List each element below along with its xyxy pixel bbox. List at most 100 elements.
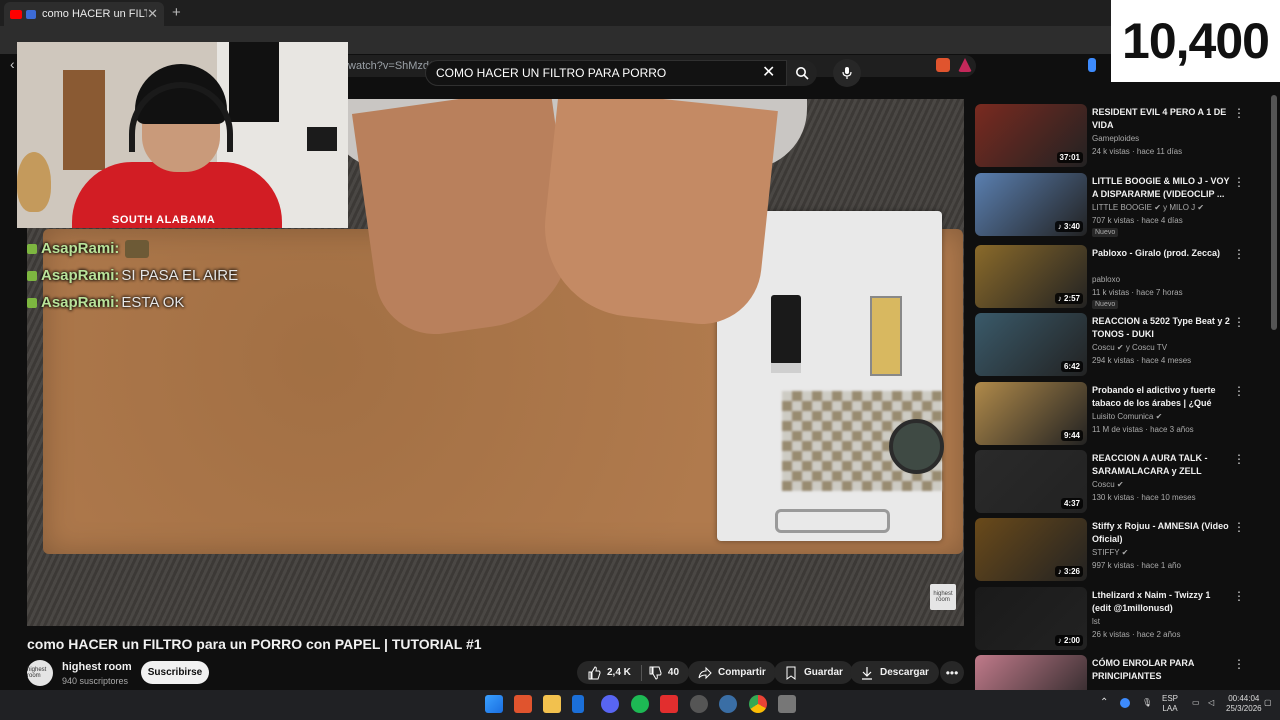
more-options-icon[interactable]: ⋮ bbox=[1233, 589, 1245, 603]
voice-search-button[interactable] bbox=[833, 59, 861, 87]
channel-name[interactable]: highest room bbox=[62, 661, 132, 673]
recommended-video[interactable]: 6:42 REACCION a 5202 Type Beat y 2 TONOS… bbox=[975, 313, 1265, 377]
save-button[interactable]: Guardar bbox=[774, 661, 853, 684]
recommended-channel[interactable]: LITTLE BOOGIE ✔ y MILO J ✔ bbox=[1092, 203, 1204, 212]
recommended-video[interactable]: ♪ 2:00 Lthelizard x Naim - Twizzy 1 (edi… bbox=[975, 587, 1265, 651]
notifications-icon[interactable]: ▢ bbox=[1264, 698, 1272, 708]
volume-icon[interactable]: ◁ bbox=[1208, 698, 1214, 708]
search-query: COMO HACER UN FILTRO PARA PORRO bbox=[436, 66, 667, 80]
recommended-video[interactable]: 4:37 REACCION A AURA TALK - SARAMALACARA… bbox=[975, 450, 1265, 514]
tray-chevron-icon[interactable]: ⌃ bbox=[1100, 698, 1108, 708]
windows-start-icon[interactable] bbox=[485, 695, 503, 713]
brave-shield-icon[interactable] bbox=[936, 58, 950, 72]
chat-badge-icon bbox=[27, 243, 37, 254]
video-duration: ♪ 3:26 bbox=[1054, 566, 1083, 577]
video-thumbnail[interactable]: 6:42 bbox=[975, 313, 1087, 376]
ccleaner-icon[interactable] bbox=[719, 695, 737, 713]
recommended-video[interactable]: ♪ 3:40 LITTLE BOOGIE & MILO J - VOY A DI… bbox=[975, 173, 1265, 237]
more-options-icon[interactable]: ⋮ bbox=[1233, 106, 1245, 120]
more-options-icon[interactable]: ⋮ bbox=[1233, 657, 1245, 671]
recommended-meta: 997 k vistas · hace 1 año bbox=[1092, 561, 1181, 570]
brave-icon[interactable] bbox=[514, 695, 532, 713]
chrome-icon[interactable] bbox=[749, 695, 767, 713]
webcam-door bbox=[63, 70, 105, 170]
more-options-icon[interactable]: ⋮ bbox=[1233, 452, 1245, 466]
download-button[interactable]: Descargar bbox=[850, 661, 939, 684]
tray-app-icon[interactable] bbox=[1120, 698, 1130, 708]
search-button[interactable] bbox=[787, 60, 817, 86]
recommended-video[interactable]: ♪ 2:57 Pabloxo - Giralo (prod. Zecca) pa… bbox=[975, 245, 1265, 309]
video-thumbnail[interactable]: ♪ 2:57 bbox=[975, 245, 1087, 308]
subscribe-button[interactable]: Suscribirse bbox=[141, 661, 209, 684]
netflix-icon[interactable] bbox=[660, 695, 678, 713]
video-thumbnail[interactable]: ♪ 3:40 bbox=[975, 173, 1087, 236]
recommended-channel[interactable]: Gameploides bbox=[1092, 134, 1139, 143]
recommended-channel[interactable]: pabloxo bbox=[1092, 275, 1120, 284]
back-icon[interactable]: ‹ bbox=[10, 56, 15, 72]
file-explorer-icon[interactable] bbox=[543, 695, 561, 713]
recommended-channel[interactable]: lst bbox=[1092, 617, 1100, 626]
video-thumbnail[interactable]: 4:37 bbox=[975, 450, 1087, 513]
clock-date: 25/3/2026 bbox=[1226, 704, 1262, 713]
layout-code: LAA bbox=[1162, 704, 1178, 713]
recommended-title[interactable]: REACCION a 5202 Type Beat y 2 TONOS - DU… bbox=[1092, 315, 1230, 341]
recommended-title[interactable]: Pabloxo - Giralo (prod. Zecca) bbox=[1092, 247, 1230, 260]
recommended-title[interactable]: REACCION A AURA TALK - SARAMALACARA y ZE… bbox=[1092, 452, 1230, 478]
more-actions-button[interactable]: ••• bbox=[940, 661, 964, 684]
recommended-title[interactable]: Probando el adictivo y fuerte tabaco de … bbox=[1092, 384, 1230, 410]
more-options-icon[interactable]: ⋮ bbox=[1233, 384, 1245, 398]
recommended-title[interactable]: Stiffy x Rojuu - AMNESIA (Video Oficial) bbox=[1092, 520, 1230, 546]
tab-close-icon[interactable]: ✕ bbox=[147, 6, 158, 22]
thumbs-down-icon[interactable] bbox=[648, 666, 662, 680]
recommended-meta: 130 k vistas · hace 10 meses bbox=[1092, 493, 1196, 502]
more-options-icon[interactable]: ⋮ bbox=[1233, 315, 1245, 329]
recommended-channel[interactable]: STIFFY ✔ bbox=[1092, 548, 1128, 557]
search-input[interactable]: COMO HACER UN FILTRO PARA PORRO bbox=[425, 60, 787, 86]
channel-watermark[interactable]: highest room bbox=[930, 584, 956, 610]
clear-search-icon[interactable]: ✕ bbox=[762, 62, 775, 82]
discord-icon[interactable] bbox=[601, 695, 619, 713]
recommended-title[interactable]: LITTLE BOOGIE & MILO J - VOY A DISPARARM… bbox=[1092, 175, 1230, 201]
video-duration: 6:42 bbox=[1060, 361, 1083, 372]
chat-line: AsapRami: SI PASA EL AIRE bbox=[27, 262, 238, 289]
chat-username: AsapRami: bbox=[41, 294, 120, 311]
like-button[interactable]: 2,4 K 40 bbox=[577, 661, 690, 684]
scrollbar[interactable] bbox=[1271, 95, 1277, 330]
recommended-channel[interactable]: Coscu ✔ bbox=[1092, 480, 1124, 489]
new-tab-button[interactable]: + bbox=[172, 4, 181, 21]
browser-tab[interactable]: como HACER un FILTRO para ✕ bbox=[4, 2, 164, 26]
video-thumbnail[interactable]: 9:44 bbox=[975, 382, 1087, 445]
bing-icon[interactable] bbox=[572, 695, 584, 713]
video-thumbnail[interactable]: ♪ 3:26 bbox=[975, 518, 1087, 581]
more-options-icon[interactable]: ⋮ bbox=[1233, 520, 1245, 534]
recommended-title[interactable]: CÓMO ENROLAR PARA PRINCIPIANTES bbox=[1092, 657, 1230, 683]
webcam-shirt-text: SOUTH ALABAMA bbox=[112, 214, 216, 226]
recommended-meta: 26 k vistas · hace 2 años bbox=[1092, 630, 1181, 639]
language-code: ESP bbox=[1162, 694, 1179, 703]
bookmark-icon bbox=[786, 666, 796, 680]
recommended-video[interactable]: 9:44 Probando el adictivo y fuerte tabac… bbox=[975, 382, 1265, 446]
language-indicator[interactable]: ESP LAA bbox=[1162, 694, 1178, 714]
video-thumbnail[interactable]: ♪ 2:00 bbox=[975, 587, 1087, 650]
webcam-tv bbox=[229, 42, 279, 122]
recommended-channel[interactable]: Luisito Comunica ✔ bbox=[1092, 412, 1162, 421]
new-badge: Nuevo bbox=[1092, 300, 1119, 309]
steam-icon[interactable] bbox=[690, 695, 708, 713]
recommended-title[interactable]: RESIDENT EVIL 4 PERO A 1 DE VIDA bbox=[1092, 106, 1230, 132]
recommended-video[interactable]: 37:01 RESIDENT EVIL 4 PERO A 1 DE VIDA G… bbox=[975, 104, 1265, 168]
more-options-icon[interactable]: ⋮ bbox=[1233, 247, 1245, 261]
recommended-title[interactable]: Lthelizard x Naim - Twizzy 1 (edit @1mil… bbox=[1092, 589, 1230, 615]
app-icon[interactable] bbox=[778, 695, 796, 713]
more-options-icon[interactable]: ⋮ bbox=[1233, 175, 1245, 189]
recommended-video[interactable]: ♪ 3:26 Stiffy x Rojuu - AMNESIA (Video O… bbox=[975, 518, 1265, 582]
tray-mic-icon[interactable]: 🎙 bbox=[1142, 698, 1152, 708]
clock[interactable]: 00:44:04 25/3/2026 bbox=[1226, 694, 1262, 714]
recommended-channel[interactable]: Coscu ✔ y Coscu TV bbox=[1092, 343, 1167, 352]
sidebar-icon[interactable] bbox=[1088, 58, 1096, 72]
video-thumbnail[interactable]: 37:01 bbox=[975, 104, 1087, 167]
spotify-icon[interactable] bbox=[631, 695, 649, 713]
share-button[interactable]: Compartir bbox=[688, 661, 776, 684]
network-icon[interactable]: ▭ bbox=[1192, 698, 1200, 708]
channel-avatar[interactable]: highest room bbox=[27, 660, 53, 686]
search-icon bbox=[796, 67, 809, 80]
